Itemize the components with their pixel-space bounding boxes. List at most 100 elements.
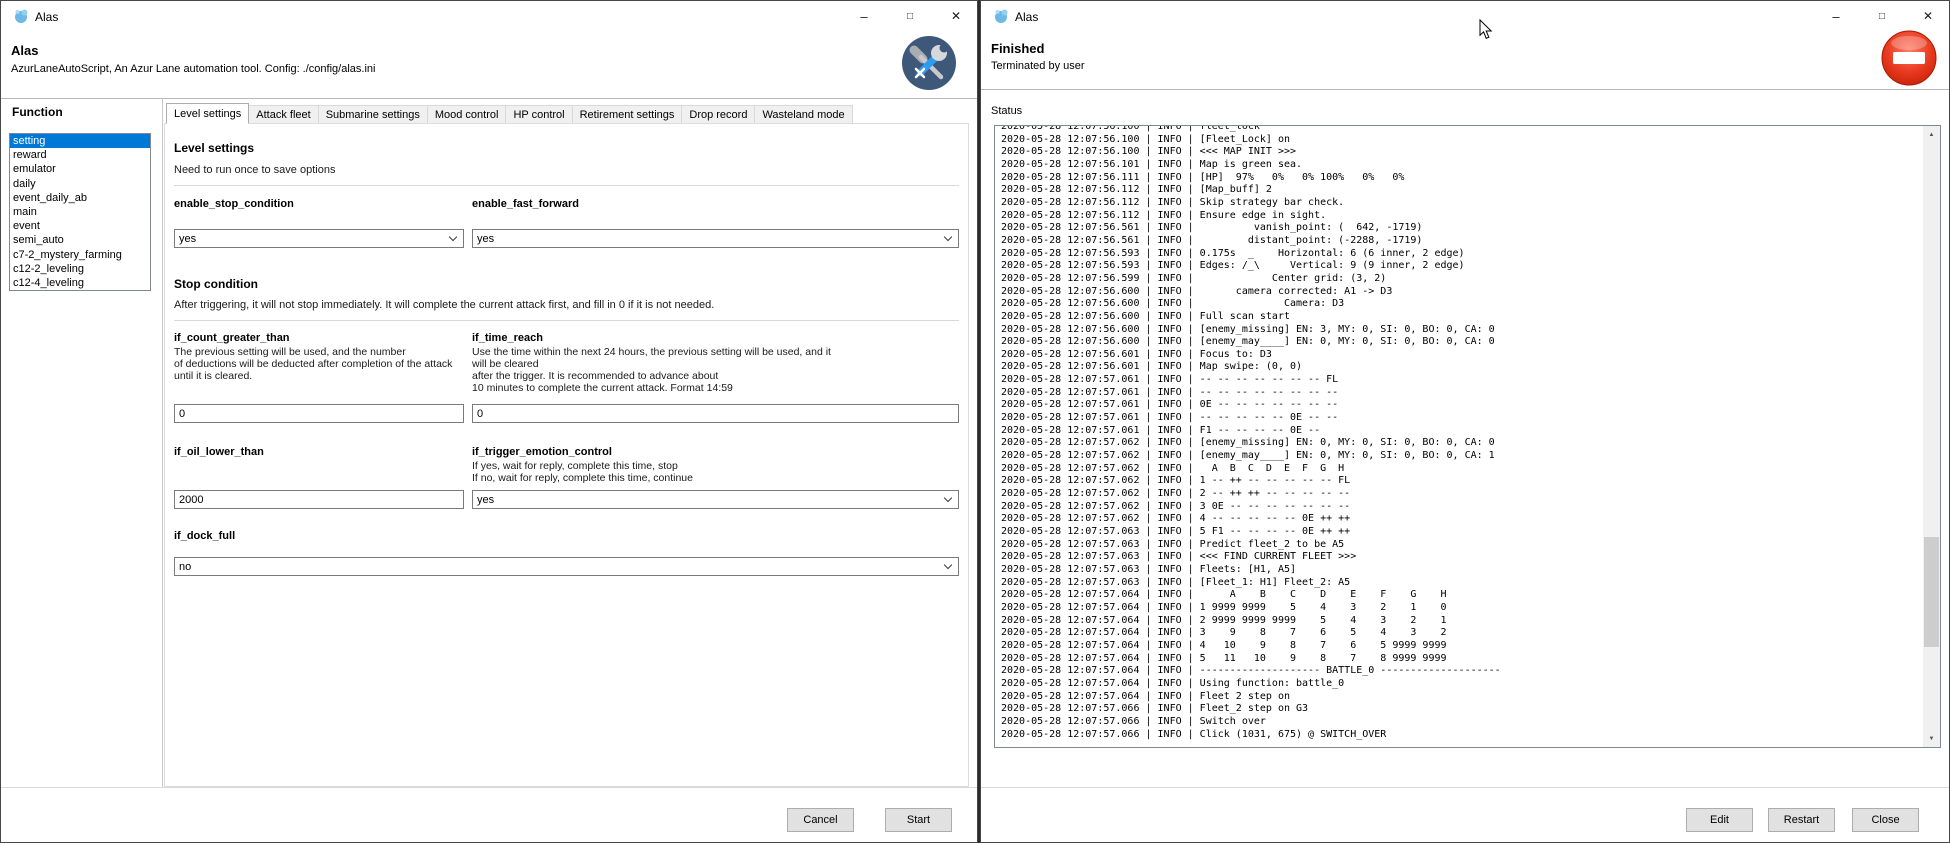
enable-fast-forward-value: yes <box>477 233 494 245</box>
if-oil-lower-than-input[interactable] <box>174 490 464 509</box>
close-run-button[interactable]: Close <box>1852 808 1919 832</box>
stopped-badge-icon <box>1880 29 1938 87</box>
log-line: 2020-05-28 12:07:57.062 | INFO | 1 -- ++… <box>1001 475 1501 488</box>
right-titlebar[interactable]: Alas – □ ✕ <box>981 1 1949 31</box>
log-line: 2020-05-28 12:07:56.112 | INFO | [Map_bu… <box>1001 184 1501 197</box>
settings-tab[interactable]: Submarine settings <box>319 105 428 124</box>
settings-tabs[interactable]: Level settingsAttack fleetSubmarine sett… <box>166 104 853 124</box>
settings-tab[interactable]: Wasteland mode <box>755 105 852 124</box>
if-count-greater-than-input[interactable] <box>174 404 464 423</box>
log-line: 2020-05-28 12:07:57.064 | INFO | Using f… <box>1001 678 1501 691</box>
function-list-item[interactable]: c7-2_mystery_farming <box>10 248 150 262</box>
alas-app-icon <box>993 8 1009 24</box>
scroll-up-button[interactable]: ▲ <box>1923 126 1940 143</box>
start-button[interactable]: Start <box>885 808 952 832</box>
section-title-stop-condition: Stop condition <box>174 277 258 291</box>
log-line: 2020-05-28 12:07:57.062 | INFO | [enemy_… <box>1001 437 1501 450</box>
log-line: 2020-05-28 12:07:57.062 | INFO | 2 -- ++… <box>1001 488 1501 501</box>
log-line: 2020-05-28 12:07:56.600 | INFO | camera … <box>1001 286 1501 299</box>
settings-tab[interactable]: Retirement settings <box>573 105 683 124</box>
function-list-item[interactable]: reward <box>10 148 150 162</box>
log-line: 2020-05-28 12:07:57.063 | INFO | [Fleet_… <box>1001 577 1501 590</box>
log-line: 2020-05-28 12:07:57.061 | INFO | -- -- -… <box>1001 387 1501 400</box>
function-list-item[interactable]: main <box>10 205 150 219</box>
header-divider <box>1 98 977 99</box>
log-line: 2020-05-28 12:07:56.112 | INFO | Skip st… <box>1001 197 1501 210</box>
settings-tab[interactable]: Attack fleet <box>249 105 318 124</box>
settings-tab[interactable]: Mood control <box>428 105 507 124</box>
log-line: 2020-05-28 12:07:56.112 | INFO | Ensure … <box>1001 210 1501 223</box>
function-list-item[interactable]: semi_auto <box>10 233 150 247</box>
cancel-button[interactable]: Cancel <box>787 808 854 832</box>
settings-tab[interactable]: HP control <box>506 105 572 124</box>
run-state-subtitle: Terminated by user <box>991 60 1085 72</box>
footer-divider <box>981 787 1949 788</box>
chevron-down-icon <box>944 233 952 241</box>
log-line: 2020-05-28 12:07:56.593 | INFO | Edges: … <box>1001 260 1501 273</box>
scroll-down-button[interactable]: ▼ <box>1923 730 1940 747</box>
function-list-item[interactable]: event <box>10 219 150 233</box>
restart-button[interactable]: Restart <box>1768 808 1835 832</box>
page-subtitle: AzurLaneAutoScript, An Azur Lane automat… <box>11 63 375 75</box>
log-line: 2020-05-28 12:07:57.062 | INFO | A B C D… <box>1001 463 1501 476</box>
settings-tab[interactable]: Level settings <box>166 103 249 124</box>
close-button[interactable]: ✕ <box>933 1 979 31</box>
log-scrollbar[interactable]: ▲ ▼ <box>1923 126 1940 747</box>
log-line: 2020-05-28 12:07:56.100 | INFO | fleet_l… <box>1001 125 1501 134</box>
label-if-oil-lower-than: if_oil_lower_than <box>174 446 264 458</box>
log-line: 2020-05-28 12:07:56.100 | INFO | <<< MAP… <box>1001 146 1501 159</box>
help-if-trigger-emotion-control: If yes, wait for reply, complete this ti… <box>472 460 962 484</box>
if-dock-full-select[interactable]: no <box>174 557 959 576</box>
log-line: 2020-05-28 12:07:57.063 | INFO | Fleets:… <box>1001 564 1501 577</box>
function-list-item[interactable]: event_daily_ab <box>10 191 150 205</box>
edit-button[interactable]: Edit <box>1686 808 1753 832</box>
minimize-icon: – <box>860 9 867 24</box>
log-line: 2020-05-28 12:07:57.064 | INFO | 2 9999 … <box>1001 615 1501 628</box>
divider <box>174 185 959 186</box>
function-label: Function <box>12 105 63 119</box>
enable-stop-condition-select[interactable]: yes <box>174 229 464 248</box>
function-list-item[interactable]: c12-4_leveling <box>10 276 150 290</box>
if-trigger-emotion-control-select[interactable]: yes <box>472 490 959 509</box>
log-line: 2020-05-28 12:07:56.600 | INFO | [enemy_… <box>1001 324 1501 337</box>
if-time-reach-input[interactable] <box>472 404 959 423</box>
label-if-count-greater-than: if_count_greater_than <box>174 332 290 344</box>
function-list[interactable]: settingrewardemulatordailyevent_daily_ab… <box>9 133 151 291</box>
close-button[interactable]: ✕ <box>1905 1 1950 31</box>
left-titlebar[interactable]: Alas – □ ✕ <box>1 1 977 31</box>
scrollbar-thumb[interactable] <box>1924 537 1939 647</box>
footer-divider <box>1 787 977 788</box>
function-list-item[interactable]: daily <box>10 177 150 191</box>
help-if-count-greater-than: The previous setting will be used, and t… <box>174 346 474 382</box>
function-list-item[interactable]: c12-2_leveling <box>10 262 150 276</box>
maximize-button[interactable]: □ <box>1859 1 1905 31</box>
divider <box>174 320 959 321</box>
section-title-level-settings: Level settings <box>174 141 254 155</box>
log-line: 2020-05-28 12:07:57.062 | INFO | 4 -- --… <box>1001 513 1501 526</box>
label-if-dock-full: if_dock_full <box>174 530 235 542</box>
log-line: 2020-05-28 12:07:56.100 | INFO | [Fleet_… <box>1001 134 1501 147</box>
settings-tab[interactable]: Drop record <box>682 105 755 124</box>
maximize-button[interactable]: □ <box>887 1 933 31</box>
log-line: 2020-05-28 12:07:56.111 | INFO | [HP] 97… <box>1001 172 1501 185</box>
log-line: 2020-05-28 12:07:57.064 | INFO | 5 11 10… <box>1001 653 1501 666</box>
function-list-item[interactable]: emulator <box>10 162 150 176</box>
function-list-item[interactable]: setting <box>10 134 150 148</box>
log-line: 2020-05-28 12:07:57.063 | INFO | Predict… <box>1001 539 1501 552</box>
config-window: Alas – □ ✕ Alas AzurLaneAutoScript, An A… <box>0 0 978 843</box>
minimize-button[interactable]: – <box>1813 1 1859 31</box>
scroll-up-icon: ▲ <box>1929 132 1935 138</box>
log-lines: 2020-05-28 12:07:56.100 | INFO | fleet_l… <box>1001 125 1501 741</box>
log-line: 2020-05-28 12:07:56.101 | INFO | Map is … <box>1001 159 1501 172</box>
status-log[interactable]: 2020-05-28 12:07:56.100 | INFO | fleet_l… <box>994 125 1941 748</box>
status-label: Status <box>991 105 1022 117</box>
minimize-button[interactable]: – <box>841 1 887 31</box>
run-state-title: Finished <box>991 41 1044 56</box>
log-line: 2020-05-28 12:07:57.064 | INFO | A B C D… <box>1001 589 1501 602</box>
log-line: 2020-05-28 12:07:56.561 | INFO | vanish_… <box>1001 222 1501 235</box>
log-line: 2020-05-28 12:07:56.599 | INFO | Center … <box>1001 273 1501 286</box>
scroll-down-icon: ▼ <box>1929 736 1935 742</box>
enable-fast-forward-select[interactable]: yes <box>472 229 959 248</box>
log-line: 2020-05-28 12:07:57.061 | INFO | -- -- -… <box>1001 412 1501 425</box>
header-divider <box>981 89 1949 90</box>
